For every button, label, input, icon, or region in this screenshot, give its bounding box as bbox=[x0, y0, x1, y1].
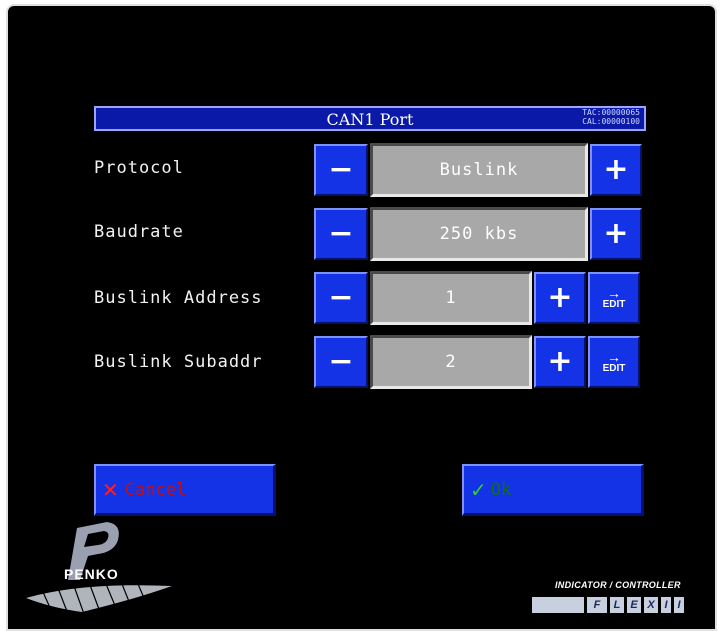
plus-icon: + bbox=[547, 280, 573, 315]
calibration-info: TAC:00000065 CAL:00000100 bbox=[582, 108, 640, 126]
flex-logo-letter: F bbox=[587, 597, 607, 613]
edit-label: EDIT bbox=[602, 362, 626, 374]
ok-label: Ok bbox=[490, 479, 512, 500]
baudrate-minus-button[interactable]: − bbox=[314, 208, 368, 260]
edit-label: EDIT bbox=[602, 298, 626, 310]
buslink-address-label: Buslink Address bbox=[94, 288, 263, 308]
buslink-subaddr-label: Buslink Subaddr bbox=[94, 352, 263, 372]
flex-logo-letter: X bbox=[644, 597, 658, 613]
minus-icon: − bbox=[328, 152, 354, 187]
product-tagline: INDICATOR / CONTROLLER bbox=[555, 580, 681, 590]
cal-counter: CAL:00000100 bbox=[582, 117, 640, 126]
flex-logo-bar bbox=[532, 597, 584, 613]
plus-icon: + bbox=[547, 344, 573, 379]
protocol-minus-button[interactable]: − bbox=[314, 144, 368, 196]
minus-icon: − bbox=[328, 344, 354, 379]
checkmark-icon: ✓ bbox=[470, 477, 487, 502]
buslink-subaddr-edit-button[interactable]: → EDIT bbox=[588, 336, 640, 388]
logo-text: PENKO bbox=[64, 566, 119, 582]
flex-logo-letter: I bbox=[674, 597, 684, 613]
arrow-right-icon: → bbox=[607, 348, 621, 365]
protocol-value-field[interactable]: Buslink bbox=[370, 143, 588, 197]
page-title: CAN1 Port bbox=[326, 110, 414, 129]
title-bar: CAN1 Port TAC:00000065 CAL:00000100 bbox=[94, 106, 646, 131]
buslink-subaddr-minus-button[interactable]: − bbox=[314, 336, 368, 388]
cancel-button[interactable]: ✕ Cancel bbox=[94, 464, 276, 516]
plus-icon: + bbox=[603, 216, 629, 251]
ok-button[interactable]: ✓ Ok bbox=[462, 464, 644, 516]
cancel-label: Cancel bbox=[124, 479, 187, 500]
plus-icon: + bbox=[603, 152, 629, 187]
minus-icon: − bbox=[328, 216, 354, 251]
buslink-address-plus-button[interactable]: + bbox=[534, 272, 586, 324]
baudrate-plus-button[interactable]: + bbox=[590, 208, 642, 260]
buslink-address-edit-button[interactable]: → EDIT bbox=[588, 272, 640, 324]
buslink-address-value-field[interactable]: 1 bbox=[370, 271, 532, 325]
flex-logo-letter: L bbox=[610, 597, 624, 613]
tac-counter: TAC:00000065 bbox=[582, 108, 640, 117]
flex-product-logo: F L E X I I bbox=[532, 597, 684, 613]
close-icon: ✕ bbox=[102, 477, 119, 502]
baudrate-label: Baudrate bbox=[94, 222, 184, 242]
flex-logo-letter: I bbox=[661, 597, 671, 613]
arrow-right-icon: → bbox=[607, 284, 621, 301]
flex-logo-letter: E bbox=[627, 597, 641, 613]
baudrate-value-field[interactable]: 250 kbs bbox=[370, 207, 588, 261]
minus-icon: − bbox=[328, 280, 354, 315]
protocol-label: Protocol bbox=[94, 158, 184, 178]
protocol-plus-button[interactable]: + bbox=[590, 144, 642, 196]
buslink-subaddr-plus-button[interactable]: + bbox=[534, 336, 586, 388]
buslink-subaddr-value-field[interactable]: 2 bbox=[370, 335, 532, 389]
buslink-address-minus-button[interactable]: − bbox=[314, 272, 368, 324]
